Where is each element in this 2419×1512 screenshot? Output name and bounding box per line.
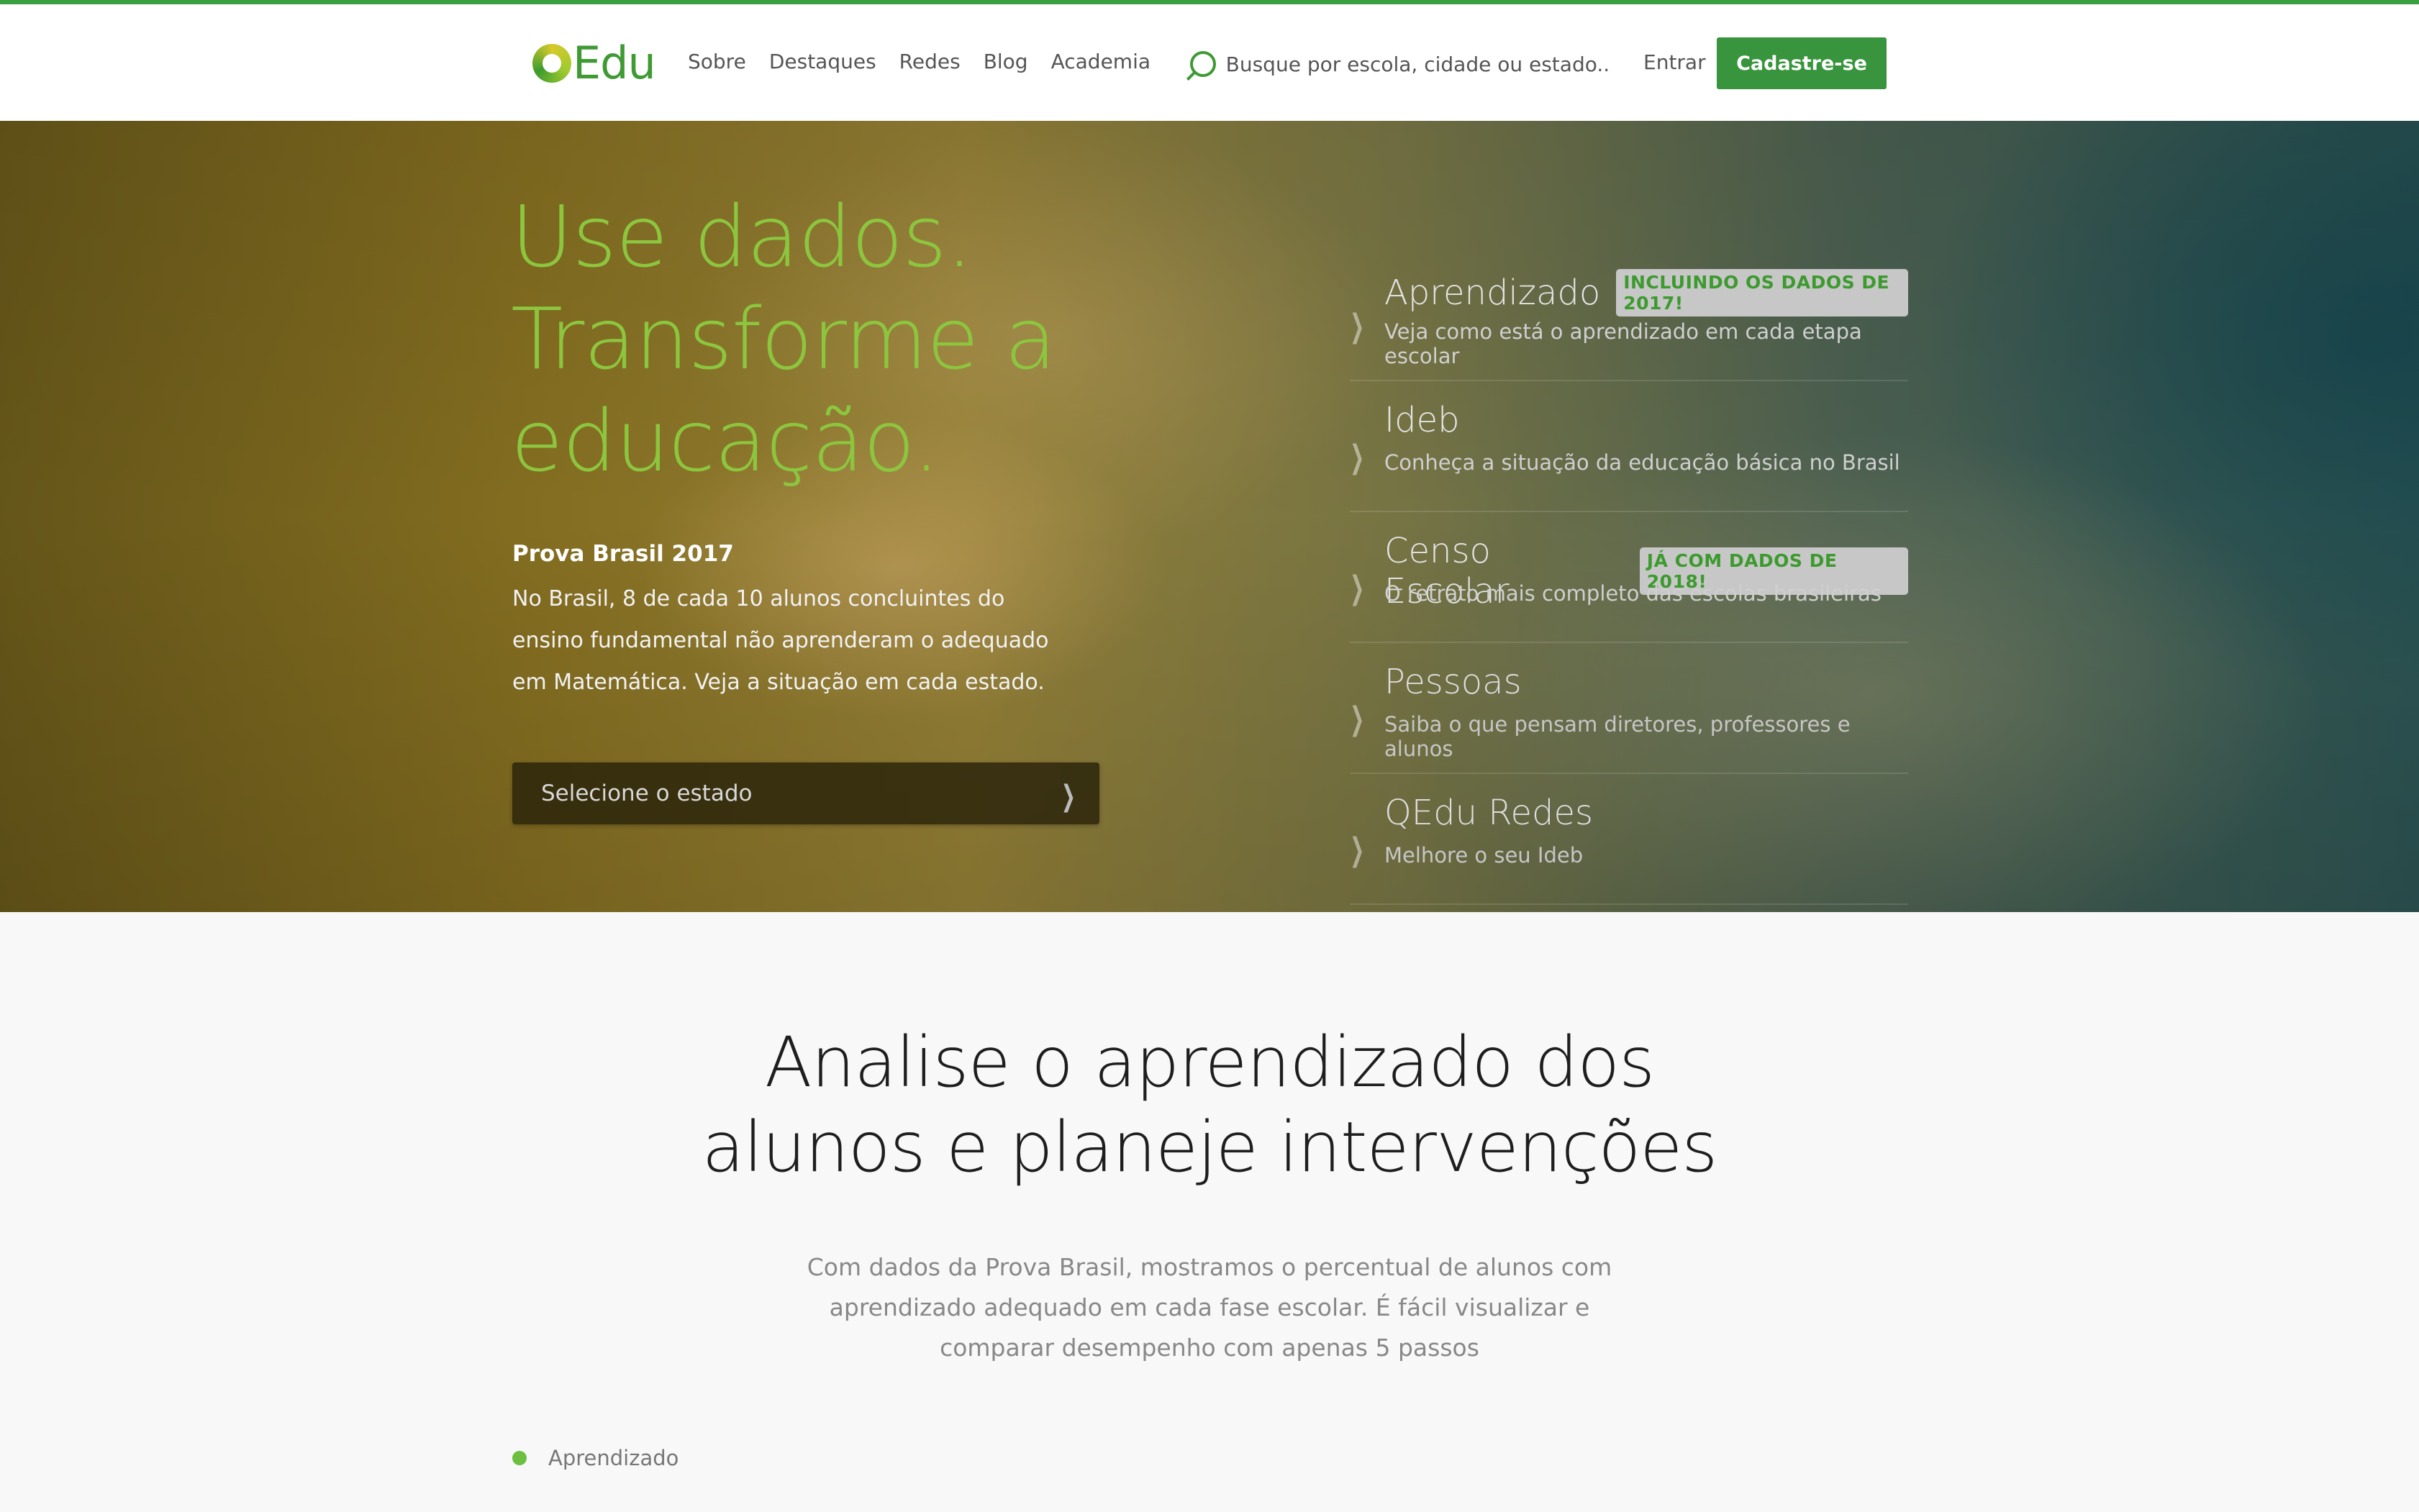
section-title-line1: Analise o aprendizado dos bbox=[764, 1022, 1655, 1103]
chevron-right-icon: ❯ bbox=[1350, 701, 1365, 737]
prova-brasil-title: Prova Brasil 2017 bbox=[512, 541, 734, 567]
nav-link-destaques[interactable]: Destaques bbox=[769, 46, 876, 78]
feature-subtitle: Saiba o que pensam diretores, professore… bbox=[1384, 712, 1851, 761]
nav-link-sobre[interactable]: Sobre bbox=[688, 46, 746, 78]
chevron-right-icon: ❯ bbox=[1350, 570, 1365, 606]
tab-aprendizado[interactable]: Aprendizado bbox=[512, 1446, 678, 1470]
feature-subtitle: Melhore o seu Ideb bbox=[1384, 843, 1584, 867]
search-icon[interactable] bbox=[1180, 44, 1220, 84]
feature-title: Ideb bbox=[1384, 400, 1460, 440]
section-title-line2: alunos e planeje intervenções bbox=[702, 1107, 1718, 1188]
search-box bbox=[1180, 42, 1612, 86]
hero-banner: Use dados. Transforme a educação. Prova … bbox=[0, 121, 2419, 912]
feature-aprendizado[interactable]: ❯ Aprendizado INCLUINDO OS DADOS DE 2017… bbox=[1350, 250, 1908, 381]
feature-title: Pessoas bbox=[1384, 662, 1522, 702]
feature-qedu-redes[interactable]: ❯ QEdu Redes Melhore o seu Ideb bbox=[1350, 774, 1908, 905]
chevron-right-icon: ❯ bbox=[1350, 832, 1365, 868]
chevron-right-icon: ❯ bbox=[1350, 439, 1365, 475]
main-nav: Sobre Destaques Redes Blog Academia bbox=[688, 46, 1150, 78]
section-description: Com dados da Prova Brasil, mostramos o p… bbox=[807, 1253, 1612, 1362]
nav-link-academia[interactable]: Academia bbox=[1051, 46, 1150, 78]
search-input[interactable] bbox=[1225, 52, 1612, 76]
login-link[interactable]: Entrar bbox=[1643, 50, 1706, 74]
nav-link-redes[interactable]: Redes bbox=[899, 46, 961, 78]
state-select-label: Selecione o estado bbox=[541, 780, 753, 806]
nav-link-blog[interactable]: Blog bbox=[984, 46, 1028, 78]
feature-subtitle: Conheça a situação da educação básica no… bbox=[1384, 450, 1900, 475]
hero-headline: Use dados. Transforme a educação. bbox=[511, 187, 1056, 491]
feature-subtitle: Veja como está o aprendizado em cada eta… bbox=[1384, 319, 1862, 368]
chevron-right-icon: ❯ bbox=[1061, 780, 1076, 813]
feature-title: QEdu Redes bbox=[1384, 793, 1593, 833]
feature-title: Aprendizado bbox=[1384, 273, 1601, 313]
logo-q-icon bbox=[532, 44, 571, 83]
feature-pessoas[interactable]: ❯ Pessoas Saiba o que pensam diretores, … bbox=[1350, 643, 1908, 774]
tab-label: Aprendizado bbox=[548, 1446, 679, 1470]
feature-subtitle: O retrato mais completo das escolas bras… bbox=[1384, 581, 1882, 606]
feature-list: ❯ Aprendizado INCLUINDO OS DADOS DE 2017… bbox=[1350, 250, 1908, 905]
state-select-dropdown[interactable]: Selecione o estado ❯ bbox=[512, 762, 1099, 824]
qedu-logo[interactable]: Edu bbox=[532, 37, 656, 89]
feature-censo-escolar[interactable]: ❯ Censo Escolar JÁ COM DADOS DE 2018! O … bbox=[1350, 512, 1908, 643]
section-title: Analise o aprendizado dos alunos e plane… bbox=[0, 1020, 2419, 1190]
top-navigation-bar: Edu Sobre Destaques Redes Blog Academia … bbox=[0, 0, 2419, 121]
chevron-right-icon: ❯ bbox=[1350, 308, 1365, 345]
feature-badge: INCLUINDO OS DADOS DE 2017! bbox=[1616, 269, 1908, 316]
feature-ideb[interactable]: ❯ Ideb Conheça a situação da educação bá… bbox=[1350, 381, 1908, 512]
active-dot-icon bbox=[512, 1451, 527, 1465]
logo-text: Edu bbox=[573, 37, 656, 89]
signup-button[interactable]: Cadastre-se bbox=[1717, 37, 1887, 89]
prova-brasil-text: No Brasil, 8 de cada 10 alunos concluint… bbox=[512, 586, 1049, 695]
